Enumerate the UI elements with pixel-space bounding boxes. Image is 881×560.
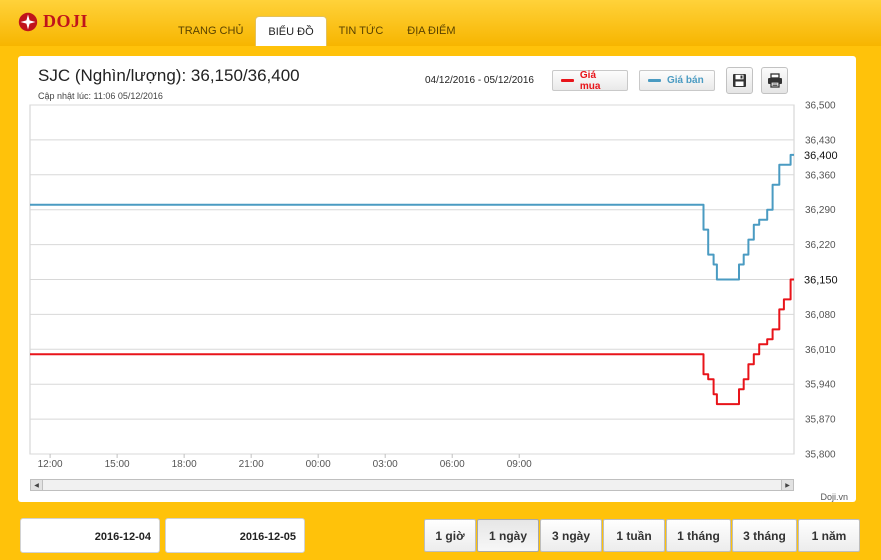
chart-title: SJC (Nghìn/lượng): 36,150/36,400 xyxy=(38,66,300,85)
x-tick-label: 09:00 xyxy=(507,459,532,470)
end-date-field[interactable]: 2016-12-05 xyxy=(165,518,305,553)
legend-gia-mua-label: Giá mua xyxy=(579,69,601,92)
header-bar: DOJI TRANG CHỦ BIỂU ĐỒ TIN TỨC ĐỊA ĐIỂM xyxy=(0,0,881,46)
legend-gia-ban-label: Giá bán xyxy=(667,75,704,86)
x-tick-label: 00:00 xyxy=(306,459,331,470)
brand-name: DOJI xyxy=(43,11,89,31)
update-time: Cập nhật lúc: 11:06 05/12/2016 xyxy=(38,91,163,101)
date-range-label: 04/12/2016 - 05/12/2016 xyxy=(425,75,534,86)
legend-gia-ban[interactable]: Giá bán xyxy=(639,70,715,91)
y-tick-label: 35,940 xyxy=(805,380,836,391)
range-button-1-nam[interactable]: 1 năm xyxy=(798,519,860,552)
y-tick-label: 36,500 xyxy=(805,101,836,112)
x-tick-label: 15:00 xyxy=(105,459,130,470)
current-value-label: 36,400 xyxy=(804,150,838,162)
y-tick-label: 35,800 xyxy=(805,450,836,461)
chart-scrollbar[interactable]: ◀ ▶ xyxy=(30,479,794,491)
legend-line-blue xyxy=(648,79,661,82)
save-icon xyxy=(733,74,746,87)
y-tick-label: 35,870 xyxy=(805,415,836,426)
x-tick-label: 03:00 xyxy=(373,459,398,470)
price-chart[interactable]: 36,500 36,430 36,360 36,290 36,220 36,150 36,0… xyxy=(18,56,856,502)
x-tick-label: 12:00 xyxy=(38,459,63,470)
tab-dia-diem[interactable]: ĐỊA ĐIỂM xyxy=(395,16,467,46)
range-button-1-gio[interactable]: 1 giờ xyxy=(424,519,476,552)
main-nav: TRANG CHỦ BIỂU ĐỒ TIN TỨC ĐỊA ĐIỂM xyxy=(166,16,468,46)
legend-line-red xyxy=(561,79,574,82)
y-tick-label: 36,220 xyxy=(805,240,836,251)
legend-gia-mua[interactable]: Giá mua xyxy=(552,69,628,92)
brand-logo[interactable]: DOJI xyxy=(18,11,88,32)
scroll-right-arrow[interactable]: ▶ xyxy=(781,480,793,490)
x-tick-label: 06:00 xyxy=(440,459,465,470)
y-tick-label: 36,080 xyxy=(805,310,836,321)
save-button[interactable] xyxy=(726,67,753,94)
doji-logo-icon xyxy=(18,12,38,31)
x-tick-label: 18:00 xyxy=(172,459,197,470)
x-tick-label: 21:00 xyxy=(239,459,264,470)
start-date-field[interactable]: 2016-12-04 xyxy=(20,518,160,553)
y-tick-label: 36,430 xyxy=(805,135,836,146)
print-icon xyxy=(767,73,782,88)
scroll-left-arrow[interactable]: ◀ xyxy=(31,480,43,490)
y-tick-label: 36,290 xyxy=(805,205,836,216)
chart-credit[interactable]: Doji.vn xyxy=(820,492,848,502)
range-button-1-thang[interactable]: 1 tháng xyxy=(666,519,731,552)
tab-tin-tuc[interactable]: TIN TỨC xyxy=(327,16,396,46)
range-button-1-tuan[interactable]: 1 tuần xyxy=(603,519,665,552)
range-button-1-ngay[interactable]: 1 ngày xyxy=(477,519,539,552)
tab-bieu-do[interactable]: BIỂU ĐỒ xyxy=(255,16,327,46)
y-tick-label: 36,010 xyxy=(805,345,836,356)
chart-panel: 36,500 36,430 36,360 36,290 36,220 36,150 36,0… xyxy=(18,56,856,502)
print-button[interactable] xyxy=(761,67,788,94)
current-value-label: 36,150 xyxy=(804,275,838,287)
range-button-3-ngay[interactable]: 3 ngày xyxy=(540,519,602,552)
y-tick-label: 36,360 xyxy=(805,170,836,181)
range-button-3-thang[interactable]: 3 tháng xyxy=(732,519,797,552)
tab-trang-chu[interactable]: TRANG CHỦ xyxy=(166,16,255,46)
